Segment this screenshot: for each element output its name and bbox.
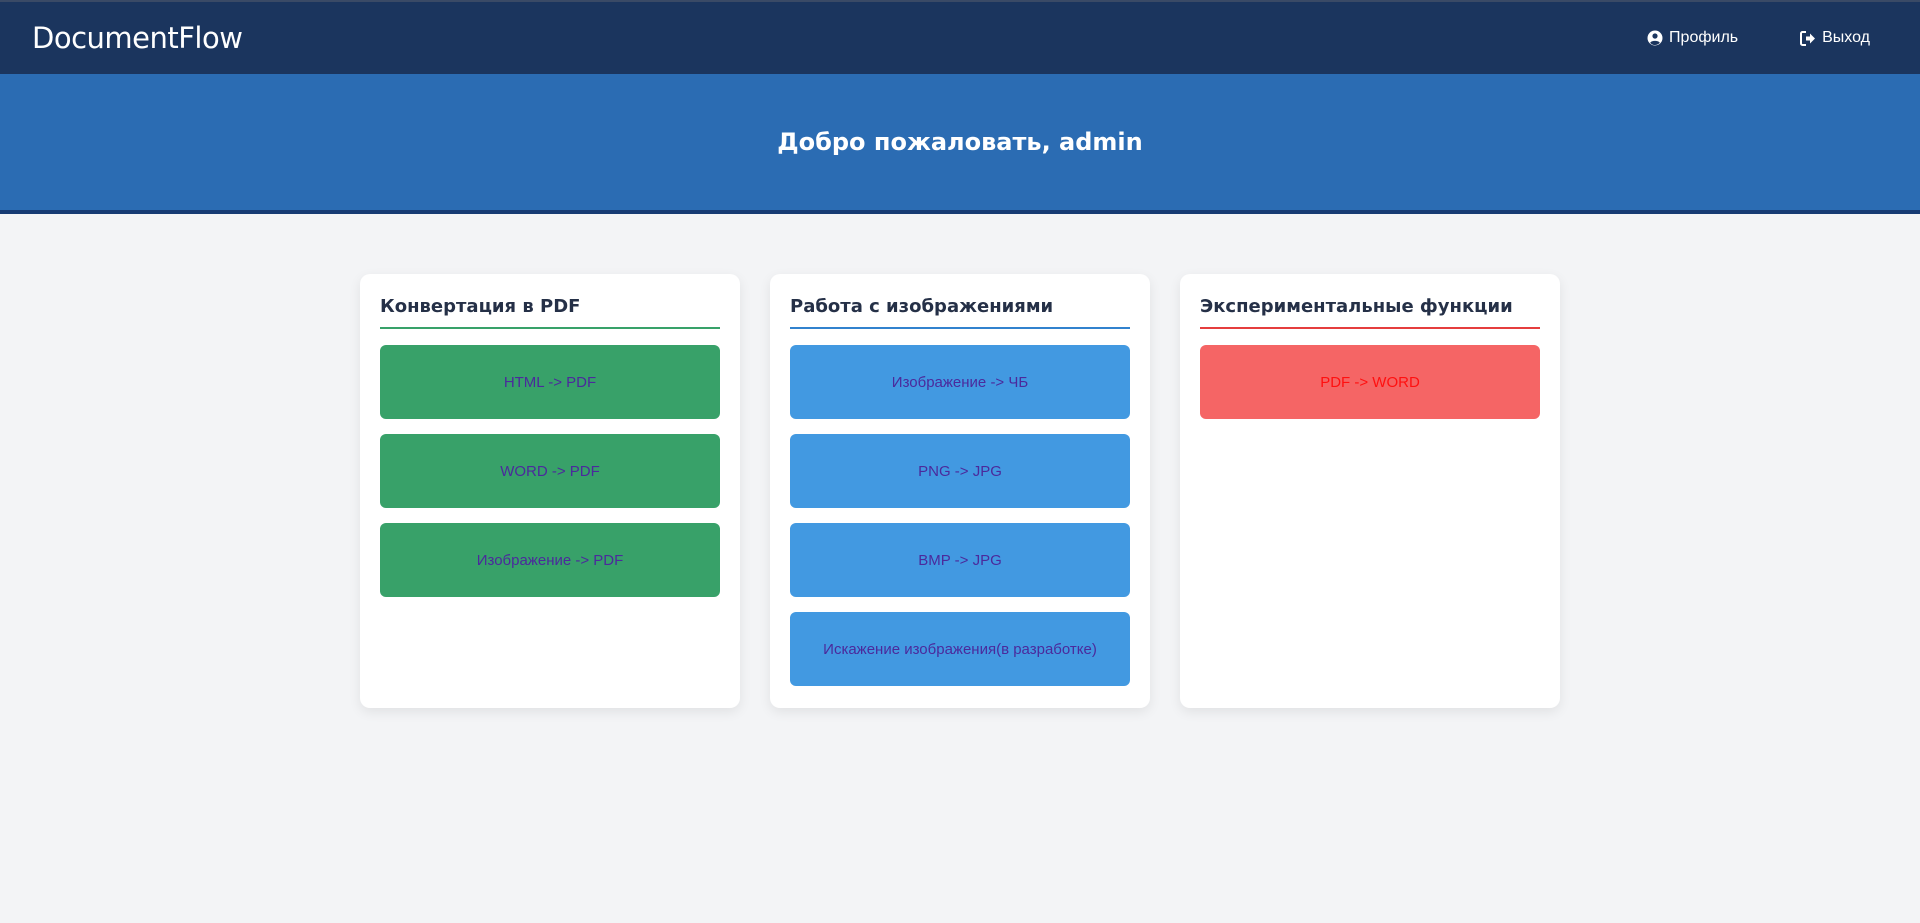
profile-label: Профиль	[1669, 29, 1739, 46]
image-distortion-button[interactable]: Искажение изображения(в разработке)	[790, 612, 1130, 686]
pdf-to-word-button[interactable]: PDF -> WORD	[1200, 345, 1540, 419]
pdf-conversion-card: Конвертация в PDF HTML -> PDF WORD -> PD…	[360, 274, 740, 708]
card-title: Экспериментальные функции	[1200, 296, 1540, 329]
feature-cards: Конвертация в PDF HTML -> PDF WORD -> PD…	[360, 274, 1560, 708]
nav-links: Профиль Выход	[1647, 29, 1870, 47]
image-tools-card: Работа с изображениями Изображение -> ЧБ…	[770, 274, 1150, 708]
user-circle-icon	[1647, 30, 1663, 46]
profile-link[interactable]: Профиль	[1647, 29, 1738, 47]
welcome-banner: Добро пожаловать, admin	[0, 74, 1920, 214]
image-to-bw-button[interactable]: Изображение -> ЧБ	[790, 345, 1130, 419]
experimental-card: Экспериментальные функции PDF -> WORD	[1180, 274, 1560, 708]
logout-label: Выход	[1822, 29, 1870, 46]
html-to-pdf-button[interactable]: HTML -> PDF	[380, 345, 720, 419]
png-to-jpg-button[interactable]: PNG -> JPG	[790, 434, 1130, 508]
card-title: Конвертация в PDF	[380, 296, 720, 329]
brand-logo[interactable]: DocumentFlow	[32, 21, 243, 55]
card-title: Работа с изображениями	[790, 296, 1130, 329]
bmp-to-jpg-button[interactable]: BMP -> JPG	[790, 523, 1130, 597]
image-to-pdf-button[interactable]: Изображение -> PDF	[380, 523, 720, 597]
word-to-pdf-button[interactable]: WORD -> PDF	[380, 434, 720, 508]
sign-out-icon	[1800, 30, 1816, 46]
logout-link[interactable]: Выход	[1800, 29, 1870, 47]
welcome-title: Добро пожаловать, admin	[777, 128, 1143, 156]
navbar: DocumentFlow Профиль Выход	[0, 0, 1920, 74]
